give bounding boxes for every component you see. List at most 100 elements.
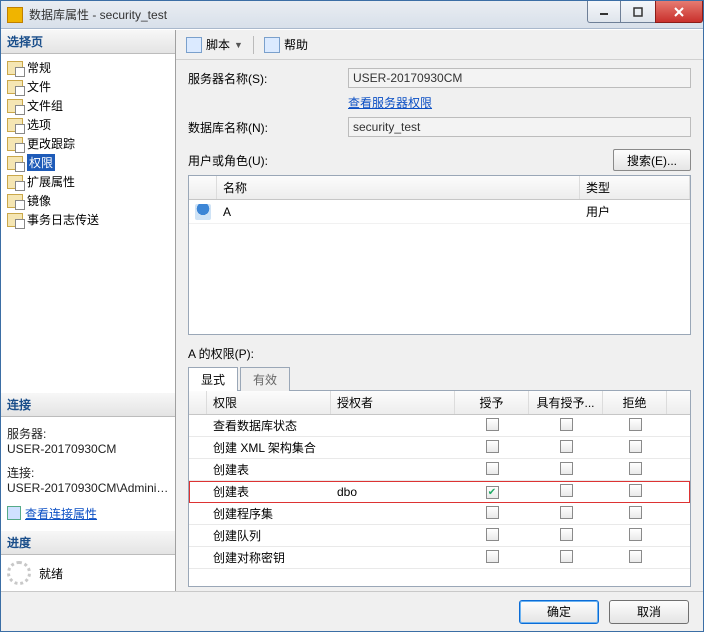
roles-col-name[interactable]: 名称: [217, 176, 580, 199]
perm-row[interactable]: 创建表: [189, 459, 690, 481]
server-name-field: [348, 68, 691, 88]
maximize-button[interactable]: [621, 1, 655, 23]
page-icon: [7, 118, 23, 132]
sidebar-item[interactable]: 选项: [3, 115, 173, 134]
perm-col-marker: [189, 391, 207, 414]
sidebar-item[interactable]: 扩展属性: [3, 172, 173, 191]
perm-row[interactable]: 创建队列: [189, 525, 690, 547]
checkbox[interactable]: [560, 440, 573, 453]
checkbox[interactable]: [486, 418, 499, 431]
perm-row[interactable]: 查看数据库状态: [189, 415, 690, 437]
page-icon: [7, 61, 23, 75]
help-button[interactable]: 帮助: [260, 34, 312, 55]
perm-name: 创建对称密钥: [207, 549, 331, 566]
roles-grid[interactable]: 名称 类型 A用户: [188, 175, 691, 335]
perms-label: A 的权限(P):: [188, 345, 691, 362]
perm-grantor: dbo: [331, 485, 455, 499]
permissions-grid[interactable]: 权限 授权者 授予 具有授予... 拒绝 查看数据库状态创建 XML 架构集合创…: [188, 390, 691, 587]
perm-row[interactable]: 创建表dbo ✔: [189, 481, 690, 503]
checkbox[interactable]: [629, 440, 642, 453]
perm-col-grant[interactable]: 授予: [455, 391, 529, 414]
checkbox[interactable]: [486, 462, 499, 475]
checkbox[interactable]: [486, 528, 499, 541]
perm-name: 查看数据库状态: [207, 417, 331, 434]
role-type: 用户: [580, 200, 690, 223]
checkbox[interactable]: [629, 462, 642, 475]
server-value: USER-20170930CM: [7, 442, 169, 456]
sidebar-item[interactable]: 镜像: [3, 191, 173, 210]
role-name: A: [217, 202, 580, 222]
sidebar-item[interactable]: 事务日志传送: [3, 210, 173, 229]
sidebar-item[interactable]: 权限: [3, 153, 173, 172]
roles-label: 用户或角色(U):: [188, 152, 613, 169]
perm-col-deny[interactable]: 拒绝: [603, 391, 667, 414]
perm-col-grantor[interactable]: 授权者: [331, 391, 455, 414]
sidebar-item-label: 事务日志传送: [27, 211, 99, 228]
checkbox[interactable]: [629, 484, 642, 497]
checkbox[interactable]: [560, 506, 573, 519]
sidebar-item-label: 文件组: [27, 97, 63, 114]
ok-button[interactable]: 确定: [519, 600, 599, 624]
tab-explicit[interactable]: 显式: [188, 367, 238, 391]
checkbox[interactable]: ✔: [486, 486, 499, 499]
checkbox[interactable]: [629, 418, 642, 431]
checkbox[interactable]: [486, 506, 499, 519]
perm-name: 创建表: [207, 461, 331, 478]
checkbox[interactable]: [629, 506, 642, 519]
sidebar-item-label: 常规: [27, 59, 51, 76]
search-button[interactable]: 搜索(E)...: [613, 149, 691, 171]
view-connection-link[interactable]: 查看连接属性: [7, 505, 97, 522]
close-button[interactable]: [655, 1, 703, 23]
sidebar-item[interactable]: 常规: [3, 58, 173, 77]
conn-value: USER-20170930CM\Administrat: [7, 481, 169, 495]
sidebar-item-label: 权限: [27, 154, 55, 171]
sidebar-item-label: 文件: [27, 78, 51, 95]
progress-status: 就绪: [39, 565, 63, 582]
checkbox[interactable]: [629, 550, 642, 563]
progress-header: 进度: [1, 531, 175, 555]
dialog-window: 数据库属性 - security_test 选择页 常规文件文件组选项更改跟踪权…: [0, 0, 704, 632]
sidebar-item[interactable]: 文件组: [3, 96, 173, 115]
sidebar-item[interactable]: 文件: [3, 77, 173, 96]
checkbox[interactable]: [560, 550, 573, 563]
checkbox[interactable]: [560, 462, 573, 475]
roles-col-type[interactable]: 类型: [580, 176, 690, 199]
sidebar-item[interactable]: 更改跟踪: [3, 134, 173, 153]
view-server-perms-link[interactable]: 查看服务器权限: [348, 94, 432, 111]
checkbox[interactable]: [486, 550, 499, 563]
page-icon: [7, 99, 23, 113]
perm-col-permission[interactable]: 权限: [207, 391, 331, 414]
checkbox[interactable]: [560, 484, 573, 497]
perm-name: 创建队列: [207, 527, 331, 544]
nav-list: 常规文件文件组选项更改跟踪权限扩展属性镜像事务日志传送: [1, 54, 175, 233]
main-panel: 脚本▼ 帮助 服务器名称(S): 查看服务器权限 数据库名称(N):: [176, 30, 703, 591]
roles-row[interactable]: A用户: [189, 200, 690, 224]
perm-row[interactable]: 创建对称密钥: [189, 547, 690, 569]
perm-row[interactable]: 创建 XML 架构集合: [189, 437, 690, 459]
perm-name: 创建表: [207, 483, 331, 500]
cancel-button[interactable]: 取消: [609, 600, 689, 624]
toolbar-separator: [253, 36, 254, 54]
checkbox[interactable]: [560, 418, 573, 431]
connection-icon: [7, 506, 21, 520]
tab-effective[interactable]: 有效: [240, 367, 290, 391]
minimize-button[interactable]: [587, 1, 621, 23]
db-name-label: 数据库名称(N):: [188, 119, 348, 136]
window-title: 数据库属性 - security_test: [29, 6, 587, 23]
perm-row[interactable]: 创建程序集: [189, 503, 690, 525]
connection-header: 连接: [1, 393, 175, 417]
script-button[interactable]: 脚本▼: [182, 34, 247, 55]
page-icon: [7, 213, 23, 227]
dialog-footer: 确定 取消: [1, 591, 703, 631]
sidebar-item-label: 镜像: [27, 192, 51, 209]
checkbox[interactable]: [560, 528, 573, 541]
chevron-down-icon: ▼: [234, 40, 243, 50]
checkbox[interactable]: [629, 528, 642, 541]
select-page-header: 选择页: [1, 30, 175, 54]
page-icon: [7, 194, 23, 208]
titlebar[interactable]: 数据库属性 - security_test: [1, 1, 703, 29]
server-name-label: 服务器名称(S):: [188, 70, 348, 87]
checkbox[interactable]: [486, 440, 499, 453]
perm-col-withgrant[interactable]: 具有授予...: [529, 391, 603, 414]
script-icon: [186, 37, 202, 53]
